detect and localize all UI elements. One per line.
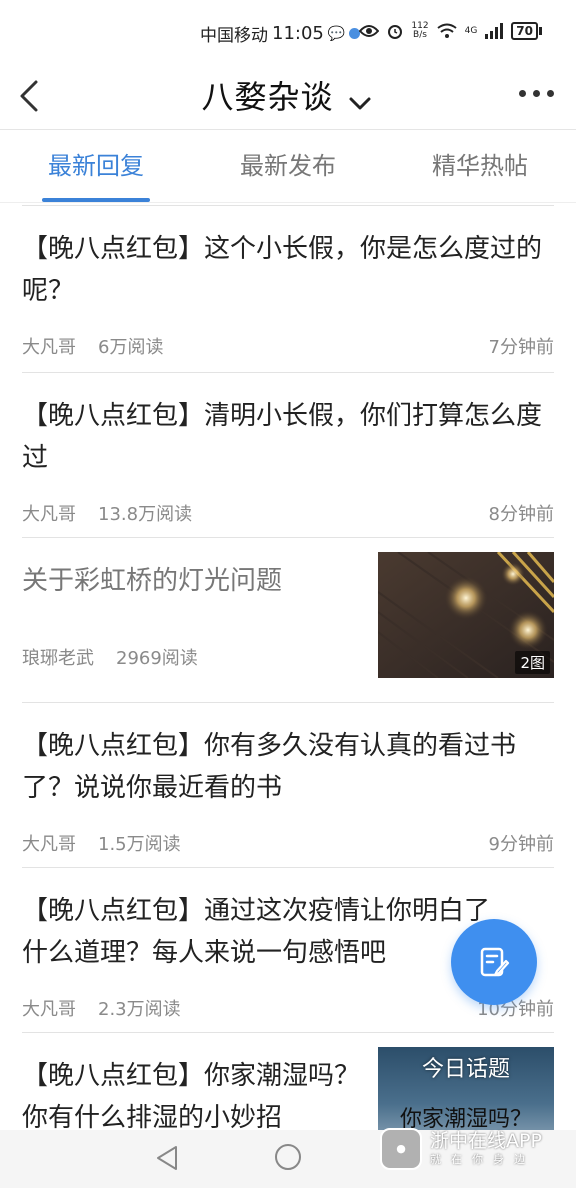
- nav-home-icon[interactable]: [275, 1144, 301, 1170]
- post-reads: 2.3万阅读: [98, 999, 181, 1020]
- compose-post-button[interactable]: [451, 919, 537, 1005]
- post-title: 【晚八点红包】你有多久没有认真的看过书了？说说你最近看的书: [22, 731, 517, 803]
- list-item[interactable]: 【晚八点红包】清明小长假，你们打算怎么度过 大凡哥 13.8万阅读 8分钟前: [22, 373, 554, 538]
- status-left: 中国移动 11:05 💬: [200, 21, 361, 46]
- battery-tip: [539, 27, 542, 35]
- more-dot-icon: [519, 90, 526, 97]
- watermark-logo-icon: ●: [380, 1128, 422, 1170]
- wifi-icon: [436, 23, 457, 38]
- net-speed-unit: B/s: [413, 30, 427, 40]
- post-meta: 大凡哥 13.8万阅读 8分钟前: [22, 479, 554, 547]
- post-time: 9分钟前: [488, 834, 554, 855]
- app-header: 八婺杂谈: [0, 64, 576, 130]
- alarm-icon: [388, 25, 403, 39]
- thumb-caption-top: 今日话题: [421, 1057, 510, 1082]
- post-reads: 13.8万阅读: [98, 504, 193, 525]
- watermark-slogan: 就在你身边: [430, 1153, 535, 1166]
- post-title: 【晚八点红包】这个小长假，你是怎么度过的呢？: [22, 234, 543, 306]
- post-time: 7分钟前: [488, 337, 554, 358]
- status-time: 11:05: [272, 23, 324, 44]
- app-watermark: ● 浙中在线APP 就在你身边: [380, 1124, 570, 1174]
- more-dot-icon: [533, 90, 540, 97]
- post-author: 大凡哥: [22, 999, 76, 1020]
- post-thumbnail[interactable]: 2图: [378, 552, 554, 678]
- list-item[interactable]: 【晚八点红包】这个小长假，你是怎么度过的呢？ 大凡哥 6万阅读 7分钟前: [22, 206, 554, 373]
- eye-icon: [359, 25, 380, 37]
- post-reads: 2969阅读: [116, 648, 198, 669]
- more-button[interactable]: [519, 90, 554, 97]
- watermark-text: 浙中在线APP 就在你身边: [430, 1130, 542, 1168]
- more-dot-icon: [547, 90, 554, 97]
- tab-featured[interactable]: 精华热帖: [384, 131, 576, 202]
- battery-indicator: 70: [511, 22, 538, 40]
- list-item[interactable]: 关于彩虹桥的灯光问题 琅琊老武 2969阅读 2图: [22, 538, 554, 703]
- edit-note-icon: [480, 947, 510, 977]
- post-author: 大凡哥: [22, 504, 76, 525]
- post-list: 【晚八点红包】这个小长假，你是怎么度过的呢？ 大凡哥 6万阅读 7分钟前 【晚八…: [22, 205, 554, 1173]
- watermark-name: 浙中在线APP: [430, 1130, 542, 1152]
- post-author: 大凡哥: [22, 834, 76, 855]
- nav-back-icon[interactable]: [154, 1144, 180, 1172]
- tab-bar: 最新回复 最新发布 精华热帖: [0, 131, 576, 203]
- network-type: 4G: [464, 26, 478, 36]
- list-item[interactable]: 【晚八点红包】你有多久没有认真的看过书了？说说你最近看的书 大凡哥 1.5万阅读…: [22, 703, 554, 868]
- post-title: 【晚八点红包】清明小长假，你们打算怎么度过: [22, 401, 543, 473]
- tab-latest-reply[interactable]: 最新回复: [0, 131, 192, 202]
- chevron-down-icon: [349, 97, 371, 109]
- status-right: 112 B/s 4G 70: [359, 22, 542, 40]
- status-bar: 中国移动 11:05 💬 112 B/s 4G 70: [0, 0, 576, 64]
- post-meta: 大凡哥 1.5万阅读 9分钟前: [22, 809, 554, 877]
- post-reads: 6万阅读: [98, 337, 164, 358]
- post-author: 大凡哥: [22, 337, 76, 358]
- net-speed: 112 B/s: [411, 22, 428, 40]
- tab-latest-posts[interactable]: 最新发布: [192, 131, 384, 202]
- signal-icon: [485, 23, 504, 39]
- post-author: 琅琊老武: [22, 648, 94, 669]
- page-title: 八婺杂谈: [201, 78, 334, 116]
- post-meta: 大凡哥 6万阅读 7分钟前: [22, 312, 554, 380]
- title-dropdown[interactable]: 八婺杂谈: [0, 72, 576, 118]
- carrier-name: 中国移动: [200, 26, 268, 46]
- image-count-badge: 2图: [515, 651, 550, 674]
- post-time: 8分钟前: [488, 504, 554, 525]
- wechat-icon: 💬: [327, 25, 346, 42]
- post-reads: 1.5万阅读: [98, 834, 181, 855]
